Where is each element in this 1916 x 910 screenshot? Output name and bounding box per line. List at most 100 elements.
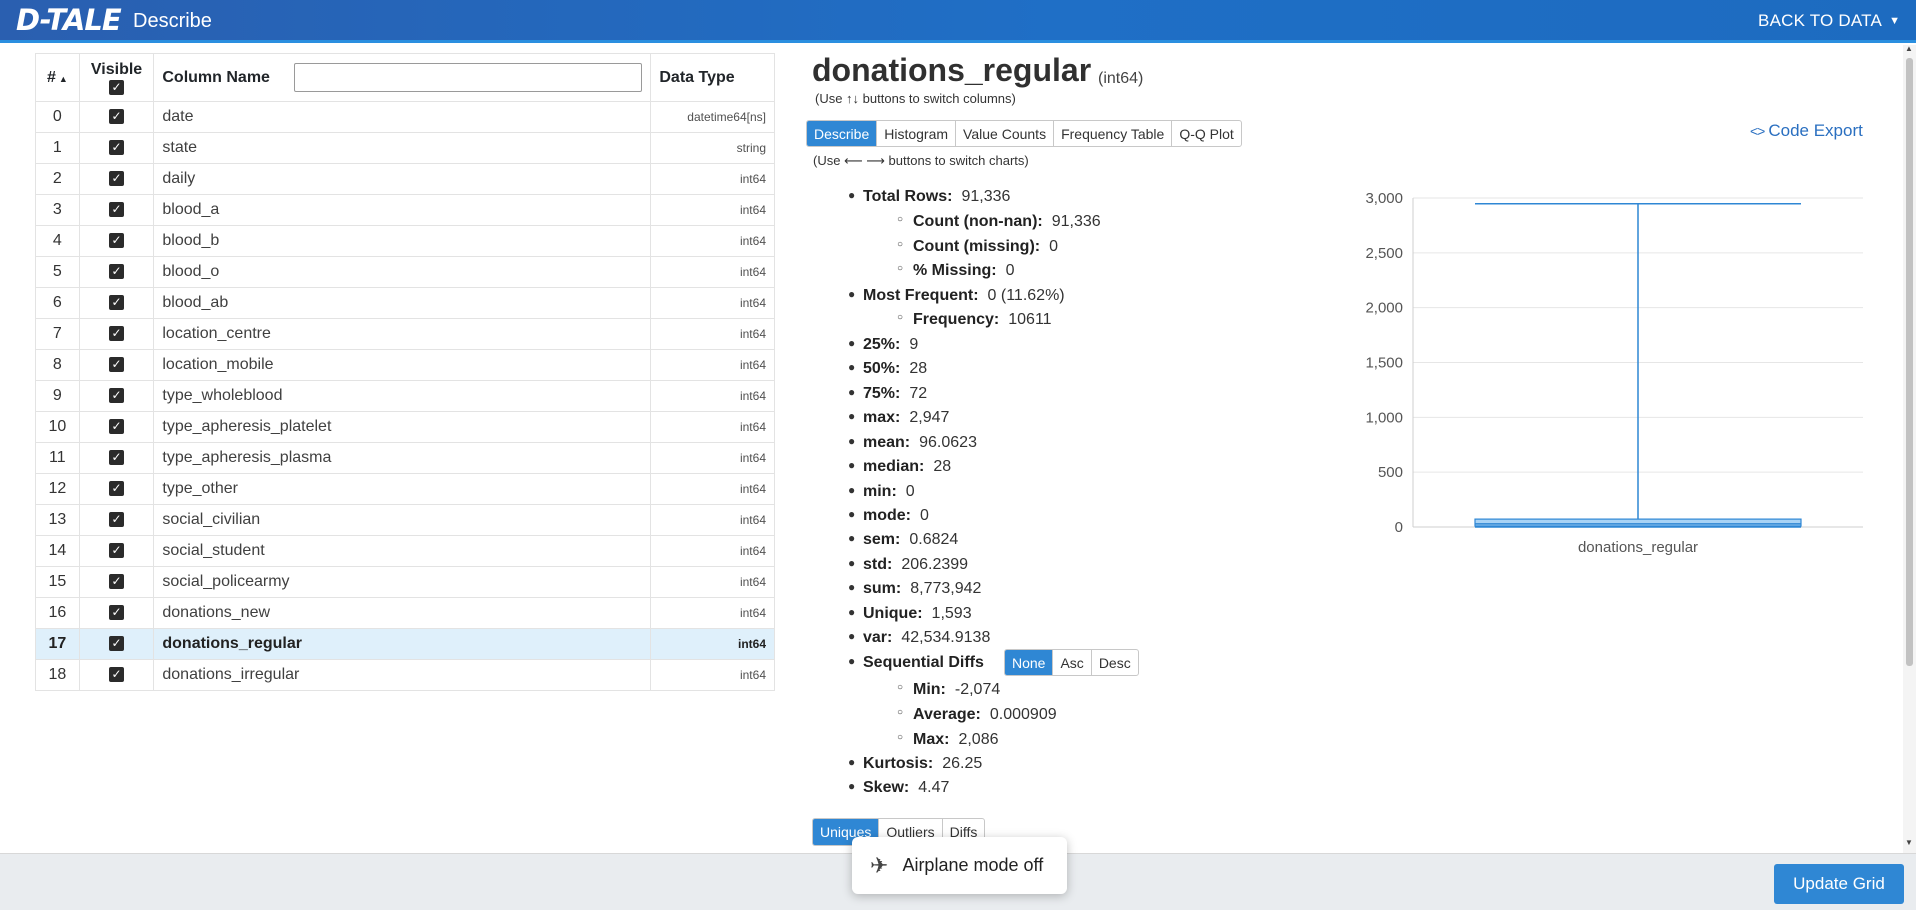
column-index: 9 — [35, 380, 80, 412]
column-row[interactable]: 12 ✓ type_other int64 — [35, 473, 775, 505]
column-name[interactable]: donations_new — [153, 597, 652, 629]
tab-value-counts[interactable]: Value Counts — [956, 121, 1055, 146]
tab-qq-plot[interactable]: Q-Q Plot — [1172, 121, 1240, 146]
y-tick-label: 2,000 — [1365, 300, 1403, 317]
scroll-down-arrow-icon[interactable]: ▼ — [1905, 838, 1913, 847]
visible-checkbox[interactable]: ✓ — [109, 264, 125, 280]
column-row[interactable]: 16 ✓ donations_new int64 — [35, 597, 775, 629]
visible-checkbox[interactable]: ✓ — [109, 388, 125, 404]
stat-p50: ● 50%: 28 — [848, 360, 928, 377]
column-row[interactable]: 7 ✓ location_centre int64 — [35, 318, 775, 350]
visible-checkbox[interactable]: ✓ — [109, 233, 125, 249]
stat-sum: ● sum: 8,773,942 — [848, 580, 982, 597]
column-name-header: Column Name — [153, 53, 652, 102]
column-row[interactable]: 11 ✓ type_apheresis_plasma int64 — [35, 442, 775, 474]
column-name[interactable]: location_centre — [153, 318, 652, 350]
column-name[interactable]: type_wholeblood — [153, 380, 652, 412]
visible-checkbox[interactable]: ✓ — [109, 667, 125, 683]
column-row[interactable]: 4 ✓ blood_b int64 — [35, 225, 775, 257]
column-index: 14 — [35, 535, 80, 567]
column-row[interactable]: 18 ✓ donations_irregular int64 — [35, 659, 775, 691]
column-name[interactable]: donations_irregular — [153, 659, 652, 691]
seq-sort-none-button[interactable]: None — [1005, 650, 1054, 675]
column-name[interactable]: type_other — [153, 473, 652, 505]
visible-checkbox[interactable]: ✓ — [109, 109, 125, 125]
column-name[interactable]: blood_b — [153, 225, 652, 257]
column-row[interactable]: 2 ✓ daily int64 — [35, 163, 775, 195]
visible-checkbox[interactable]: ✓ — [109, 357, 125, 373]
visible-checkbox[interactable]: ✓ — [109, 574, 125, 590]
visible-checkbox[interactable]: ✓ — [109, 543, 125, 559]
column-name[interactable]: social_student — [153, 535, 652, 567]
visible-checkbox[interactable]: ✓ — [109, 171, 125, 187]
visible-checkbox[interactable]: ✓ — [109, 636, 125, 652]
column-name[interactable]: blood_o — [153, 256, 652, 288]
visible-checkbox[interactable]: ✓ — [109, 419, 125, 435]
column-row[interactable]: 3 ✓ blood_a int64 — [35, 194, 775, 226]
column-dtype: int64 — [650, 504, 775, 536]
update-grid-button[interactable]: Update Grid — [1774, 864, 1904, 904]
caret-down-icon[interactable]: ▼ — [1889, 15, 1900, 27]
visible-checkbox-cell: ✓ — [78, 132, 155, 164]
column-row[interactable]: 15 ✓ social_policearmy int64 — [35, 566, 775, 598]
visible-checkbox-cell: ✓ — [78, 194, 155, 226]
column-row[interactable]: 14 ✓ social_student int64 — [35, 535, 775, 567]
toast-text: Airplane mode off — [902, 855, 1044, 875]
column-name[interactable]: blood_a — [153, 194, 652, 226]
column-name[interactable]: donations_regular — [153, 628, 652, 660]
scroll-up-arrow-icon[interactable]: ▲ — [1905, 44, 1913, 53]
seq-sort-asc-button[interactable]: Asc — [1053, 650, 1092, 675]
column-row[interactable]: 9 ✓ type_wholeblood int64 — [35, 380, 775, 412]
column-name[interactable]: blood_ab — [153, 287, 652, 319]
column-row[interactable]: 17 ✓ donations_regular int64 — [35, 628, 775, 660]
column-name[interactable]: daily — [153, 163, 652, 195]
column-dtype: datetime64[ns] — [650, 101, 775, 133]
visible-checkbox-cell: ✓ — [78, 442, 155, 474]
code-export-link[interactable]: <> Code Export — [1750, 121, 1863, 141]
detail-dtype: (int64) — [1098, 70, 1144, 87]
column-name[interactable]: location_mobile — [153, 349, 652, 381]
column-row[interactable]: 8 ✓ location_mobile int64 — [35, 349, 775, 381]
visible-checkbox[interactable]: ✓ — [109, 295, 125, 311]
column-name[interactable]: type_apheresis_platelet — [153, 411, 652, 443]
column-index: 15 — [35, 566, 80, 598]
tab-frequency-table[interactable]: Frequency Table — [1054, 121, 1173, 146]
seq-diffs-sort-toggle: None Asc Desc — [1004, 649, 1139, 676]
visible-checkbox[interactable]: ✓ — [109, 512, 125, 528]
column-row[interactable]: 5 ✓ blood_o int64 — [35, 256, 775, 288]
tab-histogram[interactable]: Histogram — [877, 121, 957, 146]
visible-checkbox[interactable]: ✓ — [109, 481, 125, 497]
visible-checkbox[interactable]: ✓ — [109, 326, 125, 342]
visible-checkbox[interactable]: ✓ — [109, 202, 125, 218]
index-column-header[interactable]: # ▲ — [35, 53, 80, 102]
column-name[interactable]: state — [153, 132, 652, 164]
dtale-logo[interactable]: D-TALE — [16, 2, 128, 38]
columns-table: # ▲ Visible ✓ Column Name Data Type 0 ✓ dat… — [35, 53, 775, 691]
page-scrollbar-thumb[interactable] — [1906, 58, 1913, 666]
column-name[interactable]: social_civilian — [153, 504, 652, 536]
column-index: 11 — [35, 442, 80, 474]
column-name[interactable]: type_apheresis_plasma — [153, 442, 652, 474]
column-row[interactable]: 1 ✓ state string — [35, 132, 775, 164]
visible-checkbox[interactable]: ✓ — [109, 450, 125, 466]
switch-columns-hint: (Use ↑↓ buttons to switch columns) — [815, 91, 1016, 106]
column-row[interactable]: 13 ✓ social_civilian int64 — [35, 504, 775, 536]
back-to-data-link[interactable]: BACK TO DATA — [1758, 11, 1882, 31]
column-row[interactable]: 10 ✓ type_apheresis_platelet int64 — [35, 411, 775, 443]
select-all-checkbox[interactable]: ✓ — [109, 80, 125, 96]
visible-checkbox[interactable]: ✓ — [109, 605, 125, 621]
stat-p25: ● 25%: 9 — [848, 336, 919, 353]
column-name[interactable]: date — [153, 101, 652, 133]
tab-describe[interactable]: Describe — [807, 121, 878, 146]
column-name[interactable]: social_policearmy — [153, 566, 652, 598]
stat-kurtosis: ● Kurtosis: 26.25 — [848, 755, 983, 772]
visible-checkbox-cell: ✓ — [78, 411, 155, 443]
visible-checkbox[interactable]: ✓ — [109, 140, 125, 156]
column-row[interactable]: 6 ✓ blood_ab int64 — [35, 287, 775, 319]
visible-checkbox-cell: ✓ — [78, 628, 155, 660]
column-name-filter-input[interactable] — [294, 63, 643, 92]
column-row[interactable]: 0 ✓ date datetime64[ns] — [35, 101, 775, 133]
visible-column-header: Visible ✓ — [78, 53, 155, 102]
seq-sort-desc-button[interactable]: Desc — [1092, 650, 1138, 675]
column-dtype: int64 — [650, 194, 775, 226]
